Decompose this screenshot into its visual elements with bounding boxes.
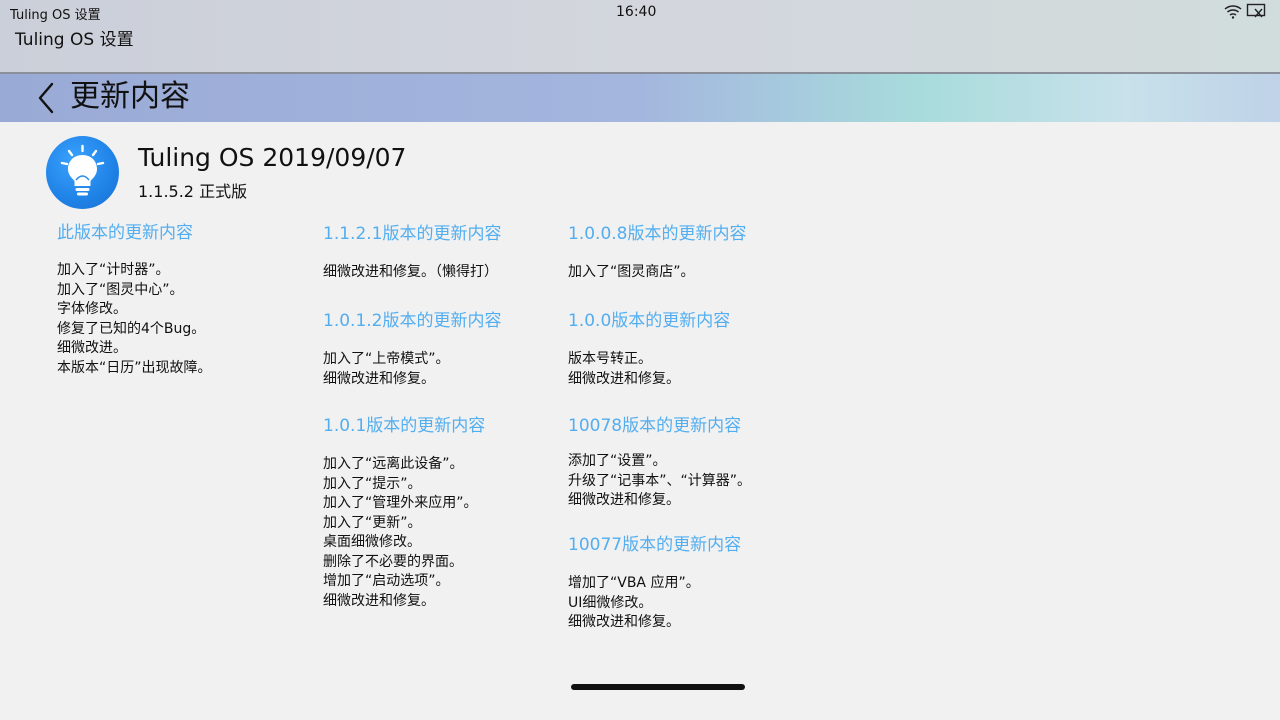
- list-item: 增加了“启动选项”。: [323, 573, 450, 589]
- list-item: 加入了“提示”。: [323, 475, 422, 492]
- list-item: 删除了不必要的界面。: [323, 553, 463, 570]
- section-body-1008: 加入了“图灵商店”。: [568, 263, 695, 283]
- chevron-left-icon: [38, 82, 54, 114]
- section-title-101: 1.0.1版本的更新内容: [323, 416, 486, 436]
- cast-icon[interactable]: [1246, 3, 1268, 19]
- list-item: 细微改进和修复。: [568, 614, 680, 630]
- section-title-100: 1.0.0版本的更新内容: [568, 311, 731, 331]
- list-item: 桌面细微修改。: [323, 534, 421, 550]
- lightbulb-icon: [46, 136, 119, 209]
- section-body-101: 加入了“远离此设备”。 加入了“提示”。 加入了“管理外来应用”。 加入了“更新…: [323, 455, 478, 611]
- list-item: 版本号转正。: [568, 351, 652, 367]
- section-title-10078: 10078版本的更新内容: [568, 416, 742, 436]
- list-item: 加入了“更新”。: [323, 514, 422, 531]
- list-item: 细微改进。: [57, 340, 127, 356]
- list-item: 添加了“设置”。: [568, 453, 667, 469]
- page-header: 更新内容: [0, 74, 1280, 122]
- list-item: 加入了“图灵商店”。: [568, 264, 695, 280]
- list-item: 字体修改。: [57, 301, 127, 317]
- section-title-1121: 1.1.2.1版本的更新内容: [323, 224, 502, 244]
- status-icons: [1224, 3, 1268, 19]
- list-item: 增加了“VBA 应用”。: [568, 575, 700, 591]
- list-item: 细微改进和修复。（懒得打）: [323, 264, 498, 280]
- page-title: 更新内容: [70, 79, 190, 114]
- section-title-10077: 10077版本的更新内容: [568, 535, 742, 555]
- section-body-1121: 细微改进和修复。（懒得打）: [323, 263, 498, 283]
- list-item: UI细微修改。: [568, 594, 653, 611]
- status-bar-app-name: Tuling OS 设置: [10, 8, 101, 23]
- home-indicator[interactable]: [571, 684, 745, 690]
- list-item: 加入了“远离此设备”。: [323, 456, 464, 472]
- section-title-1012: 1.0.1.2版本的更新内容: [323, 311, 502, 331]
- section-body-1012: 加入了“上帝模式”。 细微改进和修复。: [323, 350, 450, 389]
- section-body-current: 加入了“计时器”。 加入了“图灵中心”。 字体修改。 修复了已知的4个Bug。 …: [57, 261, 212, 378]
- list-item: 细微改进和修复。: [323, 370, 435, 387]
- list-item: 细微改进和修复。: [568, 492, 680, 508]
- list-item: 修复了已知的4个Bug。: [57, 320, 206, 337]
- list-item: 加入了“图灵中心”。: [57, 281, 184, 298]
- list-item: 升级了“记事本”、“计算器”。: [568, 472, 752, 489]
- section-title-current: 此版本的更新内容: [57, 223, 193, 243]
- list-item: 加入了“计时器”。: [57, 262, 170, 278]
- back-button[interactable]: [30, 80, 62, 116]
- status-bar-clock: 16:40: [616, 4, 657, 20]
- section-body-10077: 增加了“VBA 应用”。 UI细微修改。 细微改进和修复。: [568, 574, 700, 633]
- settings-window: Tuling OS 设置 16:40 Tuling OS 设置 更新内容 Tul…: [0, 0, 1280, 720]
- section-body-100: 版本号转正。 细微改进和修复。: [568, 350, 680, 389]
- list-item: 本版本“日历”出现故障。: [57, 359, 212, 376]
- list-item: 加入了“管理外来应用”。: [323, 495, 478, 511]
- window-title: Tuling OS 设置: [15, 30, 134, 50]
- section-body-10078: 添加了“设置”。 升级了“记事本”、“计算器”。 细微改进和修复。: [568, 452, 751, 511]
- wifi-icon: [1224, 3, 1242, 19]
- list-item: 加入了“上帝模式”。: [323, 351, 450, 367]
- app-version: 1.1.5.2 正式版: [138, 182, 248, 201]
- list-item: 细微改进和修复。: [323, 592, 435, 609]
- section-title-1008: 1.0.0.8版本的更新内容: [568, 224, 747, 244]
- window-titlebar: Tuling OS 设置 16:40 Tuling OS 设置: [0, 0, 1280, 72]
- app-name: Tuling OS 2019/09/07: [138, 143, 407, 172]
- list-item: 细微改进和修复。: [568, 370, 680, 387]
